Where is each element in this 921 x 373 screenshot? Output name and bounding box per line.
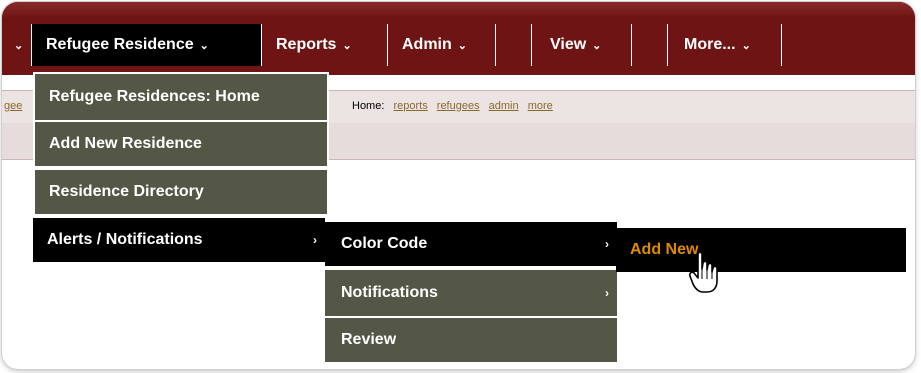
menu-item-review[interactable]: Review [323, 316, 619, 364]
main-nav: ⌄ Refugee Residence ⌄ Reports ⌄ Admin ⌄ … [2, 24, 782, 66]
breadcrumb-link-refugees[interactable]: refugees [437, 100, 480, 112]
menu-item-label: Notifications [341, 284, 438, 301]
menu-item-label: Add New Residence [49, 135, 202, 152]
nav-admin[interactable]: Admin ⌄ [388, 24, 496, 66]
breadcrumb-link-more[interactable]: more [528, 100, 553, 112]
nav-blank[interactable] [496, 24, 532, 66]
menu-item-label: Review [341, 331, 397, 348]
nav-label: Reports [276, 36, 337, 53]
chevron-right-icon: › [313, 233, 317, 247]
app-window: ⌄ Refugee Residence ⌄ Reports ⌄ Admin ⌄ … [2, 2, 915, 369]
nav-refugee-residence[interactable]: Refugee Residence ⌄ [32, 24, 262, 66]
nav-label: Refugee Residence [46, 36, 194, 53]
nav-scroll-left[interactable]: ⌄ [2, 24, 32, 66]
breadcrumb-link-reports[interactable]: reports [393, 100, 427, 112]
breadcrumb-fragment[interactable]: gee [4, 100, 22, 112]
banner-highlight [2, 2, 915, 18]
menu-item-alerts-notifications[interactable]: Alerts / Notifications › [33, 218, 325, 262]
menu-item-label: Alerts / Notifications [47, 231, 203, 248]
chevron-down-icon: ⌄ [342, 39, 352, 52]
menu-item-notifications[interactable]: Notifications › [323, 268, 619, 318]
nav-label: Admin [402, 36, 452, 53]
nav-reports[interactable]: Reports ⌄ [262, 24, 388, 66]
menu-item-add-residence[interactable]: Add New Residence [33, 120, 329, 168]
chevron-right-icon: › [605, 286, 609, 300]
chevron-down-icon: ⌄ [592, 39, 602, 52]
breadcrumb-links: Home: reports refugees admin more [352, 100, 553, 112]
breadcrumb-prefix: Home: [352, 100, 385, 112]
menu-item-add-new[interactable]: Add New [616, 228, 906, 272]
breadcrumb-link-admin[interactable]: admin [489, 100, 519, 112]
nav-label: View [550, 36, 587, 53]
nav-label: More... [684, 36, 736, 53]
menu-item-label: Color Code [341, 235, 428, 252]
nav-blank[interactable] [632, 24, 668, 66]
menu-item-label: Residence Directory [49, 183, 204, 200]
chevron-down-icon: ⌄ [457, 39, 467, 52]
chevron-right-icon: › [605, 237, 609, 251]
nav-view[interactable]: View ⌄ [532, 24, 632, 66]
nav-more[interactable]: More... ⌄ [668, 24, 782, 66]
hand-pointer-icon [689, 251, 718, 293]
menu-item-residences-home[interactable]: Refugee Residences: Home [33, 72, 329, 122]
chevron-down-icon: ⌄ [741, 39, 751, 52]
chevron-down-icon: ⌄ [14, 39, 24, 52]
menu-item-label: Refugee Residences: Home [49, 88, 260, 105]
menu-item-color-code[interactable]: Color Code › [325, 222, 617, 266]
chevron-down-icon: ⌄ [199, 39, 209, 52]
menu-item-residence-directory[interactable]: Residence Directory [33, 168, 329, 216]
